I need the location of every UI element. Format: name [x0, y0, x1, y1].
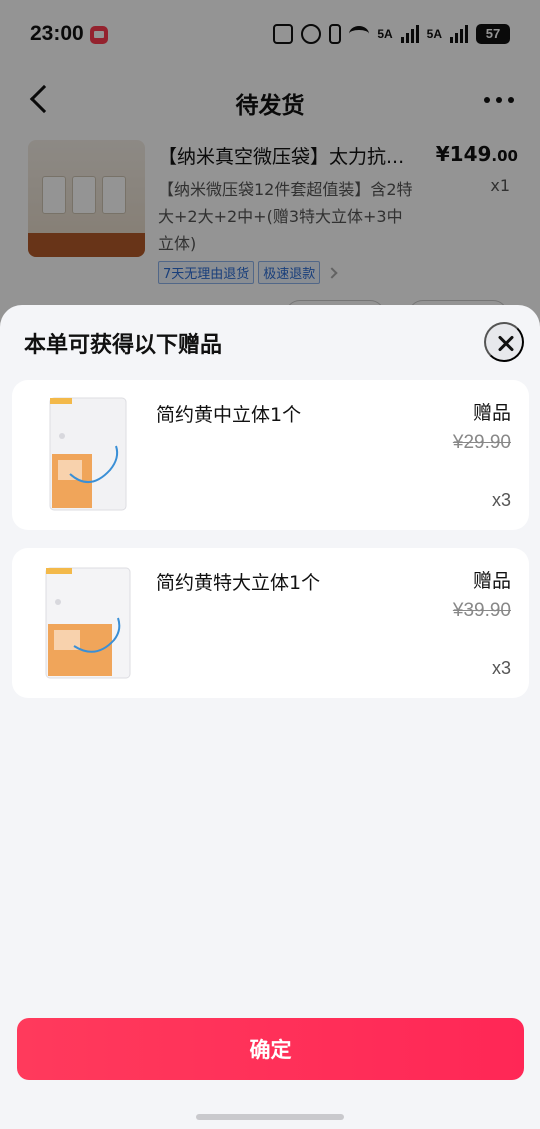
gift-product-image [49, 397, 127, 511]
service-tags[interactable]: 7天无理由退货 极速退款 [158, 261, 338, 284]
product-price: ¥149.00 [435, 142, 518, 166]
gift-card: 简约黄特大立体1个 赠品 ¥39.90 x3 [12, 548, 529, 698]
wifi-icon [349, 26, 370, 42]
gift-original-price: ¥39.90 [452, 600, 511, 621]
page-title: 待发货 [235, 93, 305, 119]
gift-product-image [45, 567, 131, 679]
status-bar: 23:00 5A 5A 57 [0, 0, 540, 70]
signal-label-1: 5A [377, 27, 393, 41]
confirm-button[interactable]: 确定 [17, 1018, 524, 1080]
signal-icon-1 [400, 25, 419, 43]
notification-app-icon [90, 26, 108, 44]
gift-label: 赠品 [472, 402, 511, 424]
nav-bar: 待发货 [0, 72, 540, 128]
product-quantity: x1 [490, 176, 510, 195]
product-thumbnail [28, 140, 145, 257]
alarm-icon [301, 24, 322, 44]
order-item[interactable]: 【纳米真空微压袋】太力抗... ¥149.00 【纳米微压袋12件套超值装】含2… [28, 140, 518, 284]
signal-label-2: 5A [426, 27, 442, 41]
vibrate-icon [329, 24, 342, 44]
status-time: 23:00 [30, 22, 84, 45]
gift-name: 简约黄中立体1个 [156, 404, 302, 426]
more-options-icon[interactable] [484, 97, 514, 103]
gift-quantity: x3 [491, 658, 511, 678]
gift-label: 赠品 [472, 570, 511, 592]
gift-original-price: ¥29.90 [452, 432, 511, 453]
status-icons: 5A 5A 57 [273, 24, 510, 44]
chevron-right-icon [326, 266, 338, 279]
sheet-title: 本单可获得以下赠品 [24, 333, 223, 358]
tag-fast-refund: 极速退款 [258, 261, 321, 284]
nfc-icon [273, 24, 294, 44]
home-indicator[interactable] [196, 1114, 344, 1120]
product-title: 【纳米真空微压袋】太力抗... [158, 146, 405, 168]
gift-sheet: 本单可获得以下赠品 简约黄中立体1个 赠品 ¥29.90 x3 简约黄特大立体1… [0, 305, 540, 1129]
product-spec: 【纳米微压袋12件套超值装】含2特大+2大+2中+(赠3特大立体+3中立体) [158, 180, 413, 253]
battery-icon: 57 [476, 24, 510, 44]
gift-card: 简约黄中立体1个 赠品 ¥29.90 x3 [12, 380, 529, 530]
gift-name: 简约黄特大立体1个 [156, 572, 321, 594]
gift-quantity: x3 [491, 490, 511, 510]
tag-7day-return: 7天无理由退货 [158, 261, 255, 284]
close-icon[interactable] [484, 322, 524, 362]
signal-icon-2 [450, 25, 468, 43]
